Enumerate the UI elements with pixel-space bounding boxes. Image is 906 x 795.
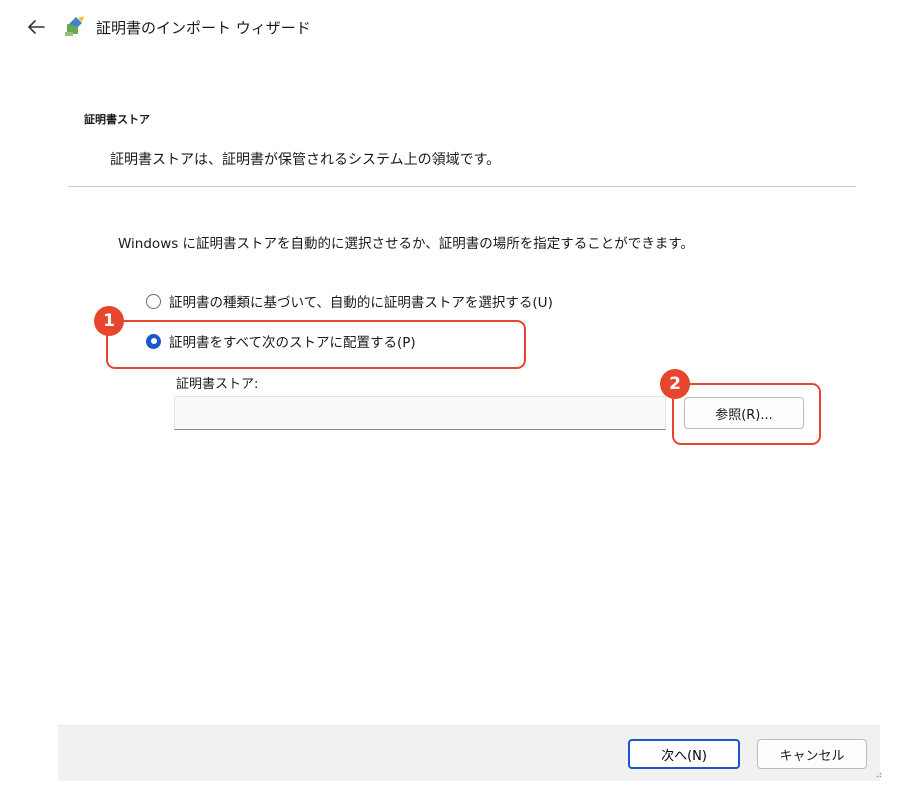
- callout-highlight-1: [106, 320, 526, 369]
- header-divider: [68, 186, 856, 187]
- certificate-store-input[interactable]: [174, 396, 666, 430]
- back-arrow-icon[interactable]: [26, 16, 48, 38]
- certificate-wizard-icon: [65, 16, 84, 36]
- radio-auto-select-label: 証明書の種類に基づいて、自動的に証明書ストアを選択する(U): [169, 295, 553, 311]
- callout-badge-2: 2: [660, 369, 690, 399]
- certificate-store-label: 証明書ストア:: [176, 377, 259, 392]
- next-button[interactable]: 次へ(N): [628, 739, 740, 769]
- radio-button-unchecked[interactable]: [146, 293, 161, 309]
- resize-grip-icon[interactable]: [874, 770, 882, 778]
- radio-auto-select-store[interactable]: 証明書の種類に基づいて、自動的に証明書ストアを選択する(U): [146, 291, 553, 311]
- section-heading: 証明書ストア: [84, 113, 150, 126]
- callout-badge-1: 1: [94, 306, 124, 336]
- title-bar: 証明書のインポート ウィザード: [0, 0, 906, 60]
- callout-highlight-2: [672, 383, 821, 445]
- cancel-button[interactable]: キャンセル: [757, 739, 867, 769]
- intro-text: Windows に証明書ストアを自動的に選択させるか、証明書の場所を指定すること…: [118, 236, 694, 252]
- section-description: 証明書ストアは、証明書が保管されるシステム上の領域です。: [110, 152, 501, 168]
- window-title: 証明書のインポート ウィザード: [96, 19, 311, 37]
